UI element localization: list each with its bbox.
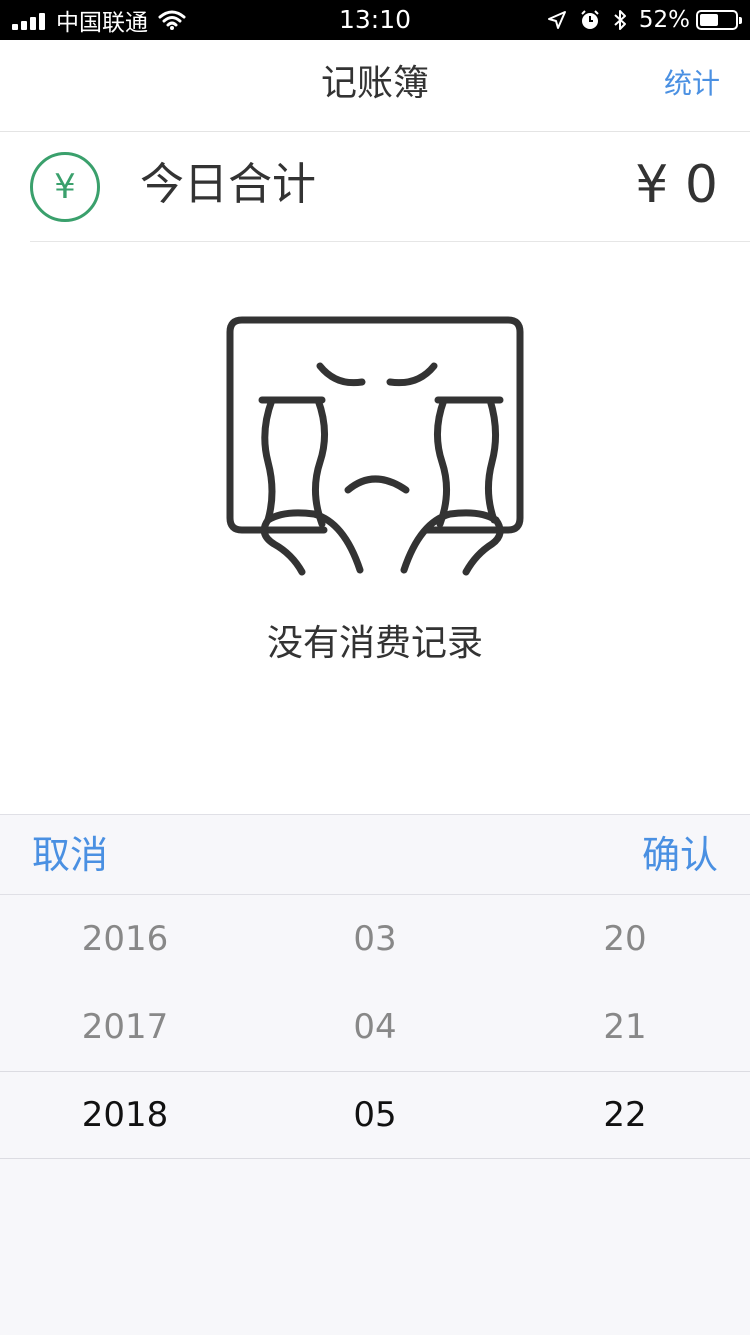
- alarm-icon: [579, 9, 601, 31]
- today-total-row: ¥ 今日合计 ¥ 0: [30, 132, 750, 242]
- nav-bar: 记账簿 统计: [0, 40, 750, 132]
- battery-fill: [700, 14, 718, 26]
- picker-month-selected[interactable]: 05: [250, 1072, 500, 1158]
- empty-state-message: 没有消费记录: [266, 623, 483, 664]
- crying-face-icon: [226, 316, 524, 576]
- picker-year-option[interactable]: 2017: [0, 983, 250, 1071]
- page-title: 记账簿: [320, 63, 429, 104]
- picker-year-selected[interactable]: 2018: [0, 1072, 250, 1158]
- battery-icon: [696, 10, 742, 30]
- picker-day-option[interactable]: 21: [500, 983, 750, 1071]
- status-bar: 中国联通 13:10 52%: [0, 0, 750, 40]
- date-picker: 取消 确认 2016 03 20 2017 04 21 2018 05 22: [0, 814, 750, 1335]
- picker-wheels[interactable]: 2016 03 20 2017 04 21 2018 05 22: [0, 895, 750, 1159]
- picker-month-option[interactable]: 04: [250, 983, 500, 1071]
- picker-year-option[interactable]: 2016: [0, 895, 250, 983]
- picker-day-selected[interactable]: 22: [500, 1072, 750, 1158]
- picker-month-option[interactable]: 03: [250, 895, 500, 983]
- statistics-button[interactable]: 统计: [664, 40, 720, 131]
- confirm-button[interactable]: 确认: [642, 815, 718, 894]
- location-icon: [547, 10, 567, 30]
- picker-row: 2016 03 20: [0, 895, 750, 983]
- picker-row-selected: 2018 05 22: [0, 1071, 750, 1159]
- bluetooth-icon: [613, 9, 627, 31]
- yen-icon: ¥: [30, 152, 100, 222]
- today-total-amount: ¥ 0: [635, 155, 718, 215]
- picker-row: 2017 04 21: [0, 983, 750, 1071]
- picker-toolbar: 取消 确认: [0, 815, 750, 895]
- today-total-label: 今日合计: [140, 159, 316, 210]
- picker-day-option[interactable]: 20: [500, 895, 750, 983]
- battery-percent: 52%: [638, 7, 690, 33]
- status-right: 52%: [535, 0, 742, 40]
- cancel-button[interactable]: 取消: [32, 815, 108, 894]
